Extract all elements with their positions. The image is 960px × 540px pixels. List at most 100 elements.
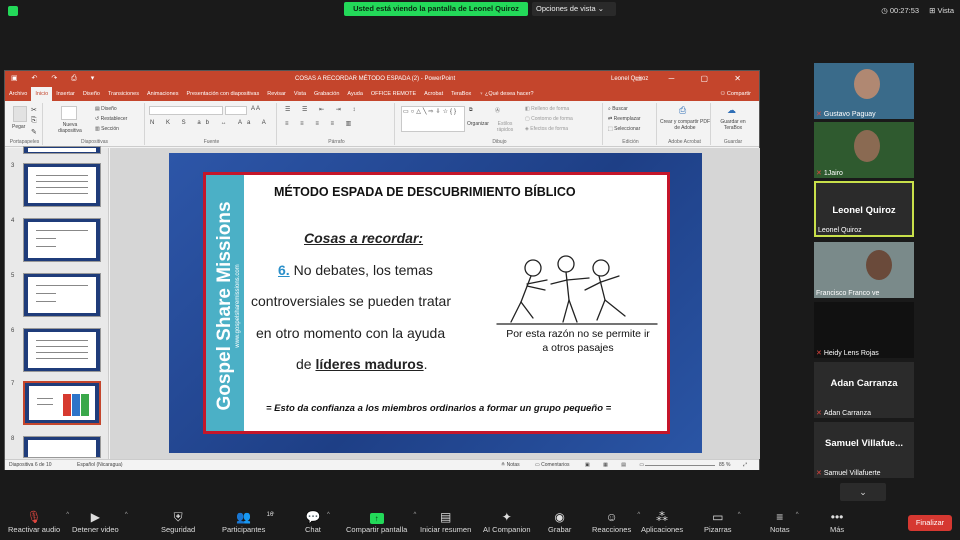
tab-acrobat[interactable]: Acrobat bbox=[420, 87, 447, 101]
share-screen-label: Compartir pantalla bbox=[346, 525, 408, 534]
replace-button[interactable]: ⇄ Reemplazar bbox=[608, 116, 641, 122]
record-button[interactable]: ◉ Grabar bbox=[548, 509, 571, 534]
scissors-icon[interactable]: ✂ bbox=[31, 106, 37, 114]
slide-line-1: 6. No debates, los temas bbox=[278, 262, 433, 278]
shape-effects-button[interactable]: ◈ Efectos de forma bbox=[525, 126, 568, 132]
participant-tile-active-speaker[interactable]: Leonel Quiroz Leonel Quiroz bbox=[814, 181, 914, 237]
window-controls[interactable]: ▭ ─ ▢ ✕ bbox=[635, 71, 753, 87]
caret-up-icon[interactable]: ^ bbox=[327, 512, 330, 518]
participant-tile[interactable]: ✕ Heidy Lens Rojas bbox=[814, 302, 914, 358]
list-icons[interactable]: ☰ ☰ ⇤ ⇥ ↕ bbox=[285, 106, 360, 113]
more-participants-button[interactable]: ⌄ bbox=[840, 483, 886, 501]
caret-up-icon[interactable]: ^ bbox=[413, 512, 416, 518]
caret-up-icon[interactable]: ^ bbox=[272, 512, 275, 518]
caret-up-icon[interactable]: ^ bbox=[125, 512, 128, 518]
tab-office-remote[interactable]: OFFICE REMOTE bbox=[367, 87, 420, 101]
comments-button[interactable]: ▭ Comentarios bbox=[535, 460, 569, 471]
tab-transitions[interactable]: Transiciones bbox=[104, 87, 143, 101]
font-grow-icon[interactable]: A A bbox=[251, 106, 260, 112]
tab-file[interactable]: Archivo bbox=[5, 87, 31, 101]
tab-recording[interactable]: Grabación bbox=[310, 87, 343, 101]
view-button[interactable]: ⊞ Vista bbox=[929, 6, 954, 15]
tab-view[interactable]: Vista bbox=[290, 87, 310, 101]
caret-up-icon[interactable]: ^ bbox=[738, 512, 741, 518]
tab-slideshow[interactable]: Presentación con diapositivas bbox=[182, 87, 263, 101]
new-slide-icon[interactable] bbox=[61, 106, 77, 120]
quick-styles-button[interactable]: Ⓐ bbox=[495, 107, 500, 114]
view-options-button[interactable]: Opciones de vista ⌄ bbox=[532, 2, 616, 16]
start-summary-button[interactable]: ▤ Iniciar resumen bbox=[420, 509, 471, 534]
tab-help[interactable]: Ayuda bbox=[343, 87, 367, 101]
participant-tile[interactable]: Adan Carranza ✕ Adan Carranza bbox=[814, 362, 914, 418]
group-save: ☁ Guardar en TeraBox Guardar bbox=[713, 103, 753, 145]
unmute-button[interactable]: 🎙 Reactivar audio ^ bbox=[8, 509, 69, 534]
zoom-level[interactable]: 85 % bbox=[719, 460, 730, 471]
slide-thumbnail-8[interactable] bbox=[23, 436, 101, 458]
slide-thumbnail-4[interactable] bbox=[23, 218, 101, 262]
pdf-icon[interactable]: ⎙ bbox=[679, 105, 686, 116]
ppt-titlebar: ▣ ↶ ↷ ⎙ ▾ COSAS A RECORDAR MÉTODO ESPADA… bbox=[5, 71, 759, 87]
video-camera-icon: ▶ bbox=[90, 510, 100, 524]
align-icons[interactable]: ≡ ≡ ≡ ≡ ▥ bbox=[285, 120, 356, 127]
whiteboards-button[interactable]: ▭ Pizarras ^ bbox=[704, 509, 741, 534]
zoom-slider[interactable] bbox=[645, 465, 715, 466]
participant-tile[interactable]: Samuel Villafue... ✕ Samuel Villafuerte bbox=[814, 422, 914, 478]
layout-button[interactable]: ▤ Diseño bbox=[95, 106, 117, 112]
tell-me-search[interactable]: ♀ ¿Qué desea hacer? bbox=[475, 87, 537, 101]
tab-insert[interactable]: Insertar bbox=[52, 87, 79, 101]
group-adobe-label: Adobe Acrobat bbox=[668, 139, 701, 145]
slide-thumbnail-3[interactable] bbox=[23, 163, 101, 207]
chat-button[interactable]: 💬 Chat ^ bbox=[305, 509, 330, 534]
fit-slide-icon[interactable]: ⤢ bbox=[743, 460, 747, 471]
tab-home[interactable]: Inicio bbox=[31, 87, 53, 101]
view-mode-icons[interactable]: ▣ ▦ ▤ ▭ bbox=[585, 460, 650, 471]
slide-thumbnail-5[interactable] bbox=[23, 273, 101, 317]
share-ppt-button[interactable]: ⚇ Compartir bbox=[716, 87, 759, 101]
copy-icon[interactable]: ⎘ bbox=[31, 117, 37, 125]
slide-thumbnail-7[interactable] bbox=[23, 381, 101, 425]
security-button[interactable]: ⛨ Seguridad bbox=[161, 509, 195, 534]
paste-icon[interactable] bbox=[13, 106, 27, 122]
quick-access-icons[interactable]: ▣ ↶ ↷ ⎙ ▾ bbox=[11, 71, 100, 87]
font-format-icons[interactable]: N K S ab ↔ Aa A bbox=[150, 120, 271, 126]
shape-effects-label: Efectos de forma bbox=[530, 126, 569, 132]
notes-button[interactable]: ≙ Notas bbox=[501, 460, 520, 471]
slide-thumbnail-2[interactable] bbox=[23, 146, 101, 154]
tab-review[interactable]: Revisar bbox=[263, 87, 290, 101]
end-meeting-button[interactable]: Finalizar bbox=[908, 515, 952, 531]
find-button[interactable]: ⌕ Buscar bbox=[608, 106, 628, 112]
notes-zoom-button[interactable]: ≡ Notas ^ bbox=[770, 509, 799, 534]
reactions-button[interactable]: ☺ Reacciones ^ bbox=[592, 509, 640, 534]
language[interactable]: Español (Nicaragua) bbox=[77, 460, 123, 471]
reset-button[interactable]: ↺ Restablecer bbox=[95, 116, 127, 122]
stop-video-button[interactable]: ▶ Detener video ^ bbox=[72, 509, 128, 534]
caret-up-icon[interactable]: ^ bbox=[796, 512, 799, 518]
share-screen-button[interactable]: ↑ Compartir pantalla ^ bbox=[346, 509, 416, 534]
shape-fill-button[interactable]: ◧ Relleno de forma bbox=[525, 106, 569, 112]
select-button[interactable]: ⬚ Seleccionar bbox=[608, 126, 640, 132]
caret-up-icon[interactable]: ^ bbox=[66, 512, 69, 518]
slide-canvas[interactable]: Gospel Share Missions www.gospelsharemis… bbox=[110, 148, 760, 459]
section-button[interactable]: ▥ Sección bbox=[95, 126, 119, 132]
slide-thumbnail-6[interactable] bbox=[23, 328, 101, 372]
participant-tile[interactable]: ✕ Gustavo Paguay bbox=[814, 63, 914, 119]
ai-companion-button[interactable]: ✦ AI Companion bbox=[483, 509, 531, 534]
participant-name-text: Adan Carranza bbox=[823, 410, 871, 417]
tab-terabox[interactable]: TeraBox bbox=[447, 87, 475, 101]
shape-outline-button[interactable]: ▢ Contorno de forma bbox=[525, 116, 573, 122]
participants-button[interactable]: 👥 16 Participantes ^ bbox=[222, 509, 274, 534]
font-family-select[interactable] bbox=[149, 106, 223, 115]
cloud-icon[interactable]: ☁ bbox=[727, 105, 736, 116]
participant-tile[interactable]: Francisco Franco ve bbox=[814, 242, 914, 298]
font-size-select[interactable] bbox=[225, 106, 247, 115]
shield-icon[interactable] bbox=[8, 6, 18, 16]
format-painter-icon[interactable]: ✎ bbox=[31, 128, 37, 136]
tab-design[interactable]: Diseño bbox=[79, 87, 104, 101]
caret-up-icon[interactable]: ^ bbox=[637, 512, 640, 518]
timer: ◷ 00:27:53 bbox=[881, 6, 920, 15]
apps-button[interactable]: ⁂ Aplicaciones bbox=[641, 509, 683, 534]
more-button[interactable]: ••• Más bbox=[830, 509, 844, 534]
arrange-button[interactable]: ⧉ bbox=[469, 107, 473, 113]
tab-animations[interactable]: Animaciones bbox=[143, 87, 183, 101]
participant-tile[interactable]: ✕ 1Jairo bbox=[814, 122, 914, 178]
